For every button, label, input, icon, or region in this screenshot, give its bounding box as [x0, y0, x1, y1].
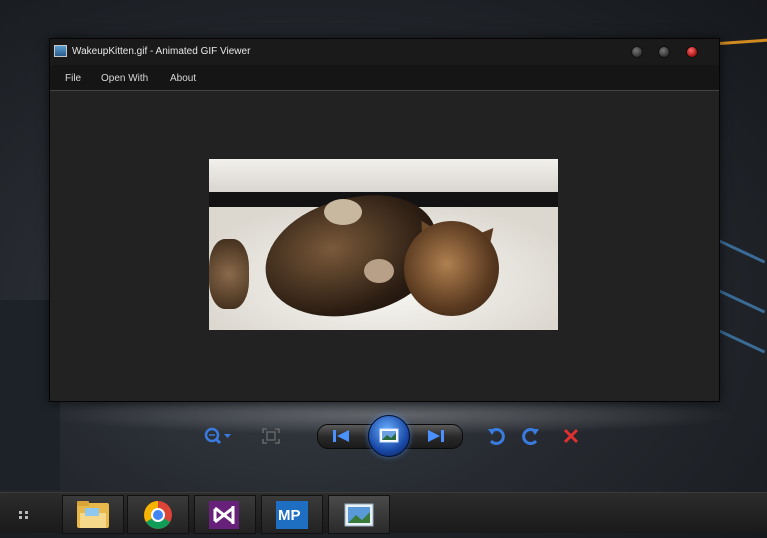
- delete-icon: [563, 428, 579, 444]
- desktop-decoration: [718, 329, 766, 354]
- taskbar-file-explorer[interactable]: [62, 495, 124, 534]
- desktop-decoration: [718, 239, 766, 264]
- close-button[interactable]: [686, 46, 698, 58]
- fit-to-window-button[interactable]: [261, 427, 281, 445]
- visual-studio-icon: [209, 501, 239, 529]
- start-grid-icon[interactable]: [19, 511, 31, 519]
- desktop-decoration: [718, 289, 766, 314]
- delete-button[interactable]: [561, 426, 581, 446]
- rotate-right-icon: [522, 428, 539, 445]
- app-icon: [54, 45, 67, 57]
- menu-open-with[interactable]: Open With: [101, 73, 148, 84]
- slideshow-button[interactable]: [368, 415, 410, 457]
- next-button[interactable]: [425, 427, 447, 445]
- window-title: WakeupKitten.gif - Animated GIF Viewer: [72, 46, 251, 57]
- menu-bar: File Open With About: [50, 65, 719, 91]
- rotate-left-icon: [488, 428, 505, 445]
- zoom-icon: [204, 427, 231, 445]
- photo-viewer-icon: [344, 503, 374, 527]
- gif-image: [209, 159, 558, 330]
- rotate-right-button[interactable]: [520, 425, 542, 447]
- next-icon: [428, 430, 444, 442]
- slideshow-icon: [379, 428, 399, 443]
- taskbar: MP: [0, 492, 767, 534]
- folder-icon: [77, 501, 109, 528]
- minimize-button[interactable]: [631, 46, 643, 58]
- taskbar-mp[interactable]: MP: [261, 495, 323, 534]
- previous-icon: [333, 430, 349, 442]
- taskbar-chrome[interactable]: [127, 495, 189, 534]
- menu-file[interactable]: File: [65, 73, 81, 84]
- image-viewport: [50, 91, 719, 401]
- title-bar[interactable]: WakeupKitten.gif - Animated GIF Viewer: [50, 39, 719, 65]
- menu-about[interactable]: About: [170, 73, 196, 84]
- app-window: WakeupKitten.gif - Animated GIF Viewer F…: [49, 38, 720, 402]
- mp-label: MP: [278, 507, 301, 524]
- desktop-decoration: [717, 37, 767, 46]
- previous-button[interactable]: [330, 427, 352, 445]
- taskbar-photo-viewer[interactable]: [328, 495, 390, 534]
- maximize-button[interactable]: [658, 46, 670, 58]
- taskbar-visual-studio[interactable]: [194, 495, 256, 534]
- fit-to-window-icon: [262, 428, 280, 444]
- rotate-left-button[interactable]: [485, 425, 507, 447]
- zoom-button[interactable]: [200, 425, 234, 447]
- chrome-icon: [144, 501, 172, 529]
